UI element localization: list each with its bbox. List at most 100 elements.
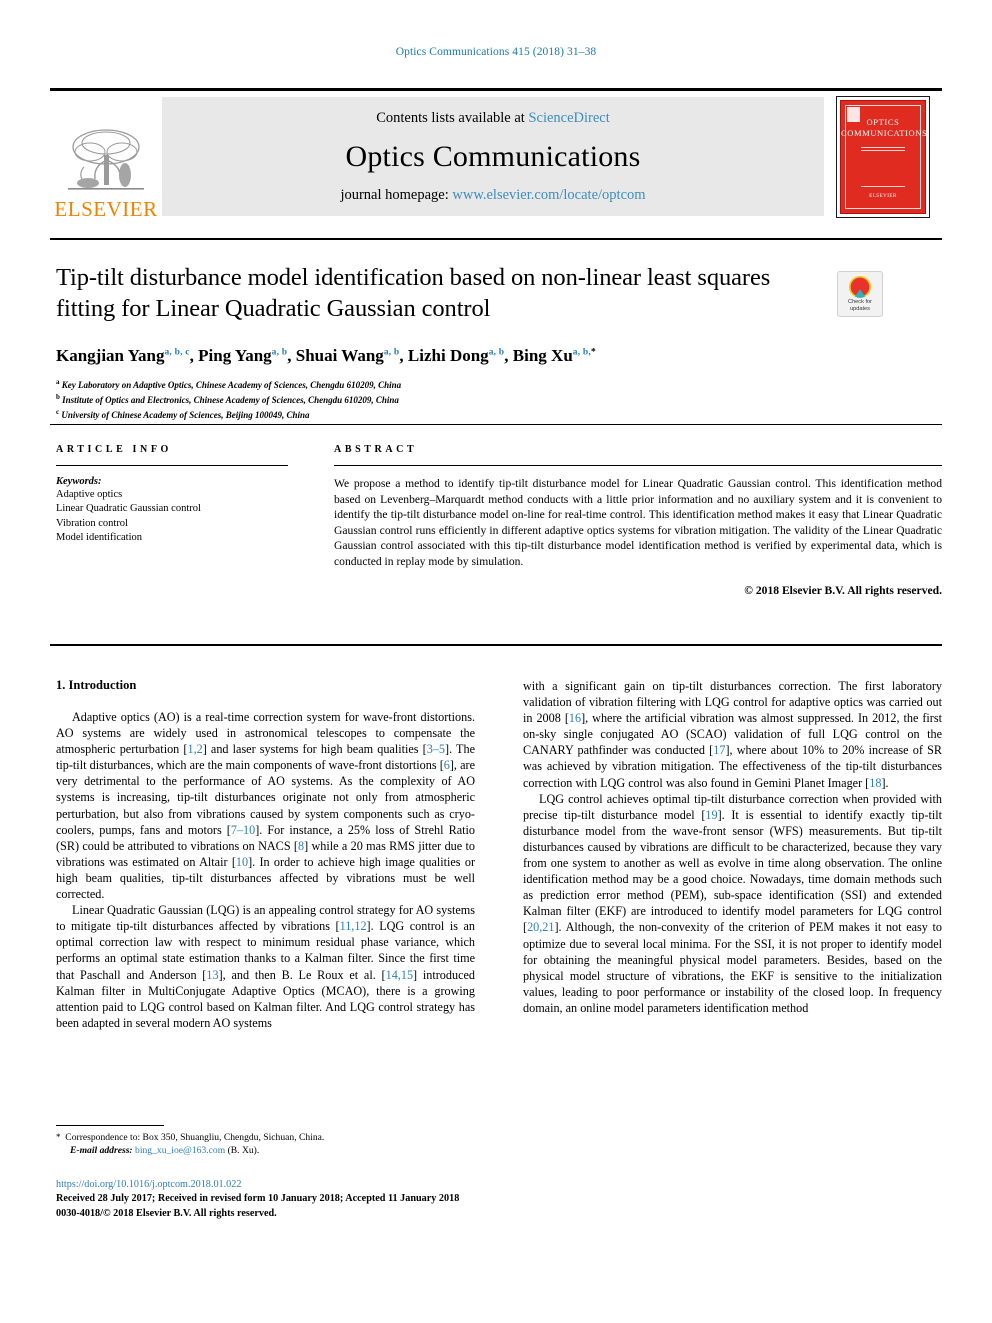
- author-entry: Bing Xua, b,*: [513, 346, 596, 365]
- info-abstract-region: ARTICLE INFO Keywords: Adaptive optics L…: [56, 444, 942, 597]
- elsevier-tree-icon: [68, 129, 144, 190]
- affiliation-item: a Key Laboratory on Adaptive Optics, Chi…: [56, 376, 826, 391]
- abstract-heading: ABSTRACT: [334, 444, 418, 455]
- author-affil-marks: a, b, c: [164, 347, 190, 357]
- author-sep: ,: [504, 345, 513, 365]
- abstract-bottom-divider: [50, 644, 942, 646]
- author-entry: Kangjian Yanga, b, c,: [56, 346, 198, 365]
- journal-cover-image: OPTICS COMMUNICATIONS ELSEVIER: [840, 99, 927, 214]
- issn-copyright: 0030-4018/© 2018 Elsevier B.V. All right…: [56, 1207, 277, 1219]
- cover-footer: ELSEVIER: [869, 193, 897, 199]
- copyright-line: © 2018 Elsevier B.V. All rights reserved…: [744, 583, 942, 597]
- journal-cover-wrap: OPTICS COMMUNICATIONS ELSEVIER: [824, 91, 942, 222]
- section-title-introduction: 1. Introduction: [56, 678, 137, 692]
- corresponding-footnote: * Correspondence to: Box 350, Shuangliu,…: [56, 1131, 476, 1158]
- crossmark-label: Check for updates: [848, 299, 872, 312]
- affiliation-text: Key Laboratory on Adaptive Optics, Chine…: [61, 379, 402, 390]
- author-affil-marks: a, b: [383, 347, 400, 357]
- email-link[interactable]: bing_xu_ioe@163.com: [135, 1145, 225, 1156]
- title-divider: [50, 238, 942, 240]
- info-divider: [50, 424, 942, 425]
- email-label: E-mail address:: [70, 1145, 133, 1157]
- author-name: Bing Xu: [512, 345, 573, 365]
- paper-page: Optics Communications 415 (2018) 31–38 E…: [0, 0, 992, 1323]
- author-name: Lizhi Dong: [407, 345, 489, 365]
- citation-ref[interactable]: 19: [705, 808, 717, 822]
- cover-title: OPTICS COMMUNICATIONS: [841, 116, 927, 139]
- footnote-correspondence-text: Correspondence to: Box 350, Shuangliu, C…: [65, 1132, 325, 1143]
- page-title: Tip-tilt disturbance model identificatio…: [56, 264, 771, 322]
- citation-ref[interactable]: 3–5: [427, 742, 445, 756]
- author-affil-marks: a, b,: [572, 347, 591, 357]
- citation-ref[interactable]: 16: [569, 711, 581, 725]
- author-entry: Lizhi Donga, b,: [408, 346, 513, 365]
- author-sep: ,: [189, 345, 199, 365]
- journal-homepage-line: journal homepage: www.elsevier.com/locat…: [340, 187, 645, 204]
- citation-ref[interactable]: 18: [869, 776, 881, 790]
- author-list: Kangjian Yanga, b, c, Ping Yanga, b, Shu…: [56, 341, 826, 367]
- author-name: Ping Yang: [198, 345, 272, 365]
- affiliation-text: Institute of Optics and Electronics, Chi…: [62, 395, 399, 406]
- paragraph: with a significant gain on tip-tilt dist…: [523, 679, 942, 790]
- affiliation-text: University of Chinese Academy of Science…: [61, 410, 310, 421]
- author-sep: ,: [287, 345, 296, 365]
- elsevier-logo: ELSEVIER: [50, 91, 162, 222]
- citation-ref[interactable]: 14,15: [386, 968, 413, 982]
- journal-masthead: ELSEVIER Contents lists available at Sci…: [50, 88, 942, 222]
- citation-ref[interactable]: 1,2: [187, 742, 202, 756]
- keyword-item: Model identification: [56, 532, 143, 544]
- citation-ref[interactable]: 7–10: [231, 823, 255, 837]
- paragraph: LQG control achieves optimal tip-tilt di…: [523, 791, 942, 1015]
- homepage-prefix: journal homepage:: [340, 186, 453, 203]
- citation-ref[interactable]: 6: [444, 758, 450, 772]
- crossmark-label-line1: Check for: [848, 299, 872, 306]
- affiliation-list: a Key Laboratory on Adaptive Optics, Chi…: [56, 376, 826, 422]
- footnote-email-line: E-mail address: bing_xu_ioe@163.com (B. …: [56, 1144, 476, 1157]
- running-head: Optics Communications 415 (2018) 31–38: [395, 46, 597, 58]
- crossmark-icon: [849, 276, 871, 299]
- body-column-left: 1. Introduction Adaptive optics (AO) is …: [56, 678, 475, 1031]
- crossmark-badge[interactable]: Check for updates: [837, 271, 883, 317]
- elsevier-wordmark: ELSEVIER: [54, 197, 158, 221]
- sciencedirect-link[interactable]: ScienceDirect: [528, 110, 609, 126]
- article-info-rule: [56, 465, 288, 466]
- footnote-divider: [56, 1125, 164, 1126]
- crossmark-label-line2: updates: [850, 305, 870, 312]
- affiliation-mark: a: [56, 377, 60, 386]
- author-sep: ,: [399, 345, 408, 365]
- citation-ref[interactable]: 17: [713, 743, 725, 757]
- citation-ref[interactable]: 11,12: [340, 919, 367, 933]
- citation-ref[interactable]: 20,21: [527, 920, 554, 934]
- article-info-heading: ARTICLE INFO: [56, 444, 172, 455]
- affiliation-item: c University of Chinese Academy of Scien…: [56, 406, 826, 421]
- keyword-item: Adaptive optics: [56, 489, 123, 500]
- abstract-column: ABSTRACT We propose a method to identify…: [334, 444, 942, 597]
- paragraph: Linear Quadratic Gaussian (LQG) is an ap…: [56, 903, 475, 1030]
- masthead-center: Contents lists available at ScienceDirec…: [162, 97, 824, 216]
- doi-link[interactable]: https://doi.org/10.1016/j.optcom.2018.01…: [56, 1178, 616, 1192]
- affiliation-mark: c: [56, 408, 60, 417]
- affiliation-mark: b: [56, 393, 60, 402]
- article-info-column: ARTICLE INFO Keywords: Adaptive optics L…: [56, 444, 288, 597]
- corresponding-author-star: *: [590, 347, 596, 357]
- body-columns: 1. Introduction Adaptive optics (AO) is …: [56, 678, 942, 1031]
- citation-ref[interactable]: 8: [298, 839, 304, 853]
- keyword-item: Linear Quadratic Gaussian control: [56, 503, 201, 515]
- citation-ref[interactable]: 10: [236, 855, 248, 869]
- abstract-rule: [334, 465, 942, 466]
- body-column-right: with a significant gain on tip-tilt dist…: [523, 678, 942, 1031]
- article-history: Received 28 July 2017; Received in revis…: [56, 1193, 460, 1205]
- author-entry: Shuai Wanga, b,: [296, 346, 408, 365]
- keyword-item: Vibration control: [56, 517, 128, 529]
- author-name: Kangjian Yang: [56, 345, 165, 365]
- abstract-text: We propose a method to identify tip-tilt…: [334, 477, 942, 568]
- author-affil-marks: a, b: [271, 347, 288, 357]
- cover-title-line1: OPTICS: [866, 116, 900, 127]
- citation-ref[interactable]: 13: [206, 968, 218, 982]
- author-affil-marks: a, b: [488, 347, 505, 357]
- affiliation-item: b Institute of Optics and Electronics, C…: [56, 391, 826, 406]
- contents-available-line: Contents lists available at ScienceDirec…: [376, 110, 610, 127]
- page-footer: https://doi.org/10.1016/j.optcom.2018.01…: [56, 1178, 616, 1221]
- journal-homepage-link[interactable]: www.elsevier.com/locate/optcom: [452, 187, 645, 203]
- author-entry: Ping Yanga, b,: [198, 346, 296, 365]
